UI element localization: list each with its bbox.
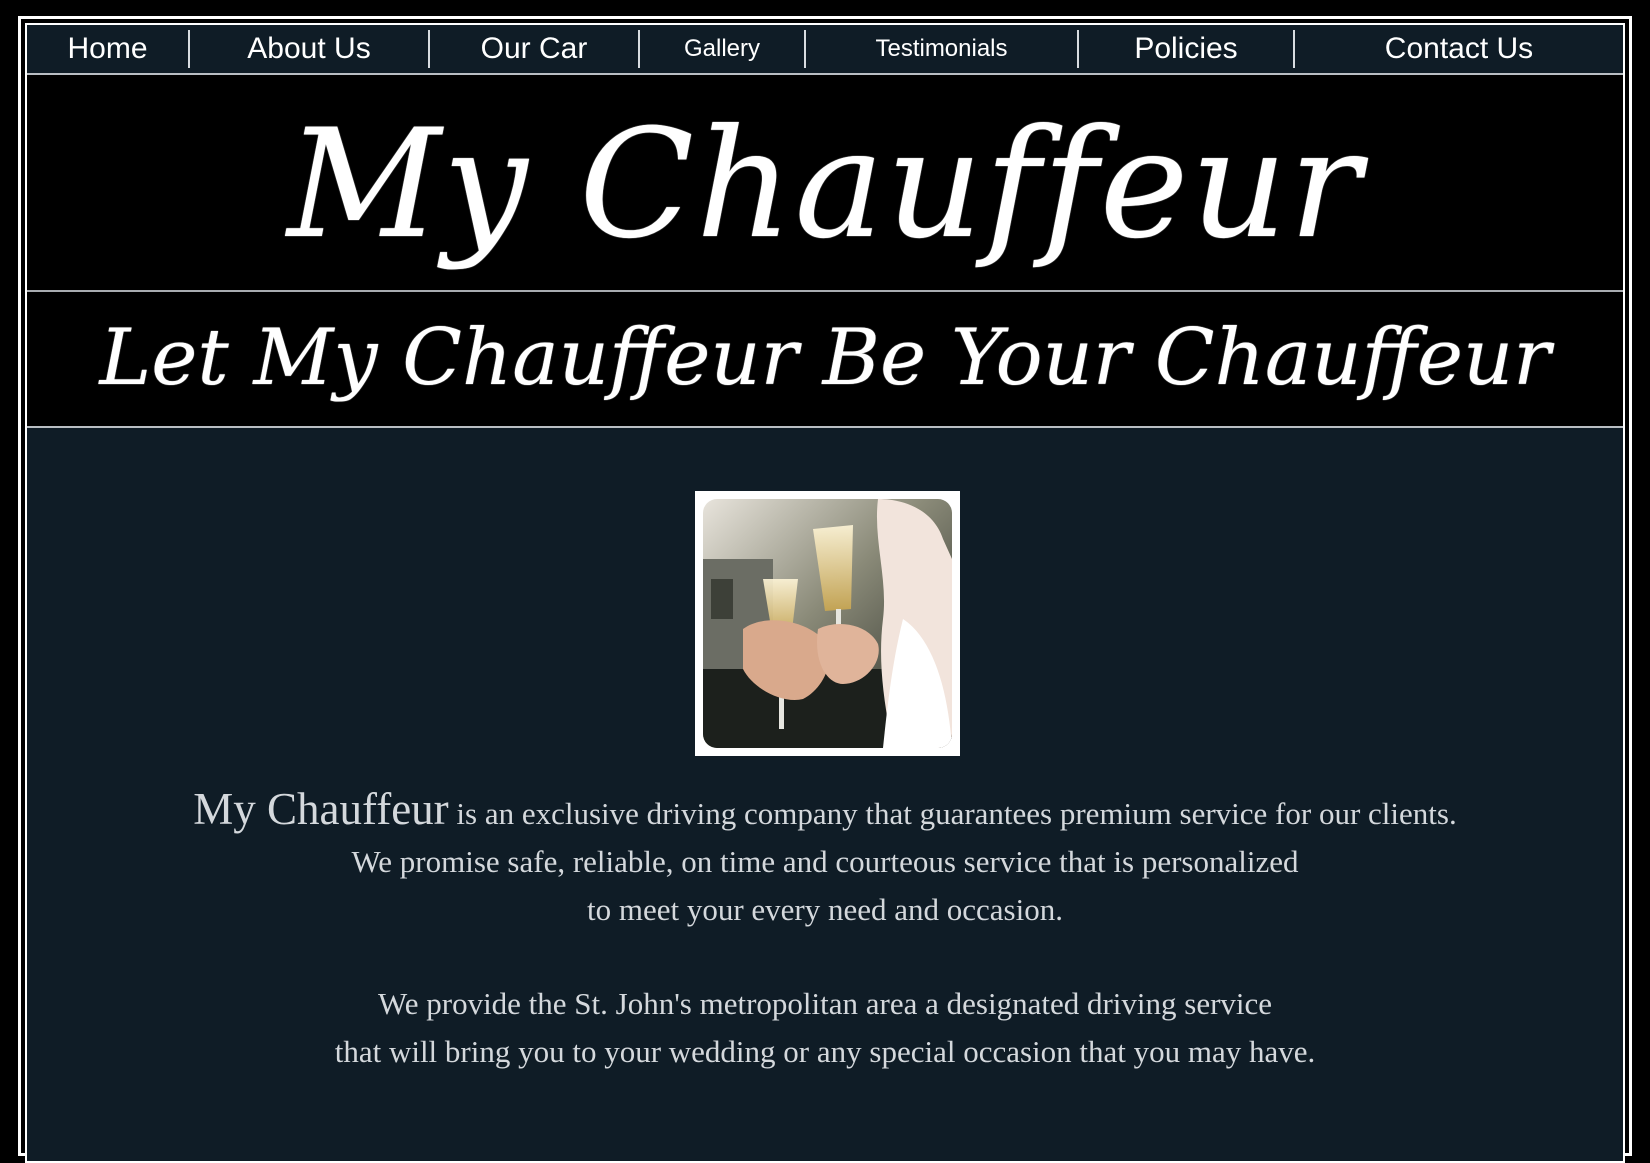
nav-item-our-car[interactable]: Our Car <box>430 30 640 68</box>
nav-item-contact-us[interactable]: Contact Us <box>1295 30 1623 68</box>
nav-item-about-us[interactable]: About Us <box>190 30 430 68</box>
page-container: Home About Us Our Car Gallery Testimonia… <box>25 23 1625 1163</box>
champagne-toast-image <box>703 499 952 748</box>
service-line-1: We provide the St. John's metropolitan a… <box>377 986 1273 1021</box>
intro-content: My Chauffeur is an exclusive driving com… <box>27 785 1623 1076</box>
nav-item-policies[interactable]: Policies <box>1079 30 1295 68</box>
service-line-2: that will bring you to your wedding or a… <box>334 1034 1316 1069</box>
intro-brand-name: My Chauffeur <box>193 784 449 834</box>
site-logo-title: My Chauffeur <box>287 98 1363 272</box>
intro-paragraph: My Chauffeur is an exclusive driving com… <box>27 785 1623 838</box>
intro-line-3: to meet your every need and occasion. <box>586 892 1063 927</box>
intro-line-1: is an exclusive driving company that gua… <box>448 796 1457 831</box>
nav-item-home[interactable]: Home <box>27 30 190 68</box>
site-tagline: Let My Chauffeur Be Your Chauffeur <box>99 313 1551 403</box>
champagne-toast-photo <box>695 491 960 756</box>
nav-item-testimonials[interactable]: Testimonials <box>806 30 1079 68</box>
header-divider <box>27 290 1623 292</box>
nav-item-gallery[interactable]: Gallery <box>640 30 806 68</box>
site-header-banner: My Chauffeur Let My Chauffeur Be Your Ch… <box>27 75 1623 428</box>
intro-line-2: We promise safe, reliable, on time and c… <box>351 844 1299 879</box>
main-navigation: Home About Us Our Car Gallery Testimonia… <box>27 25 1623 75</box>
